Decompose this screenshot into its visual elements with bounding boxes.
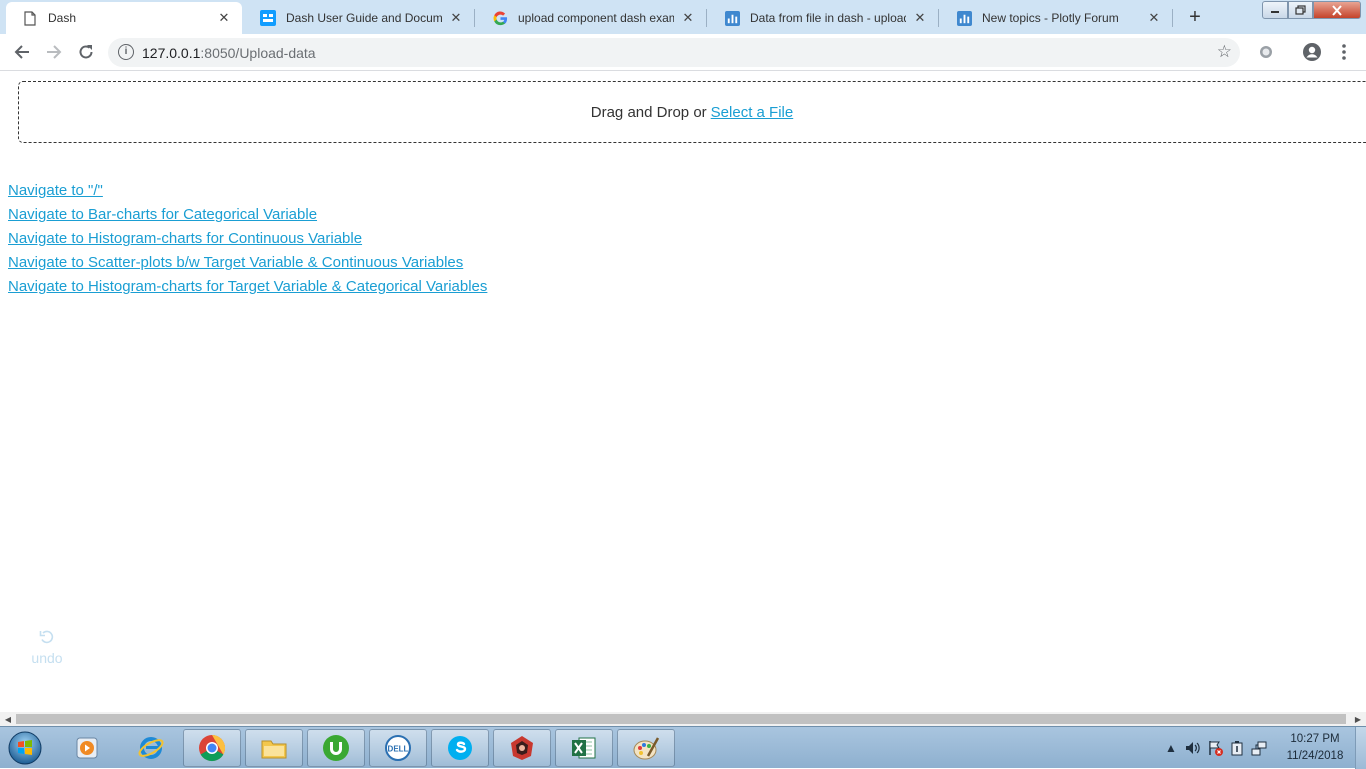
taskbar-app[interactable] xyxy=(493,729,551,767)
tab-title: New topics - Plotly Forum xyxy=(982,11,1119,25)
taskbar-utorrent[interactable] xyxy=(307,729,365,767)
page-content: Drag and Drop or Select a File Navigate … xyxy=(0,72,1366,712)
minimize-icon xyxy=(1271,11,1279,13)
info-icon[interactable]: i xyxy=(118,44,134,60)
taskbar-file-explorer[interactable] xyxy=(245,729,303,767)
address-bar[interactable]: i 127.0.0.1:8050/Upload-data ☆ xyxy=(108,38,1240,67)
nav-link-scatter-plots[interactable]: Navigate to Scatter-plots b/w Target Var… xyxy=(8,251,487,275)
nav-link-histogram-continuous[interactable]: Navigate to Histogram-charts for Continu… xyxy=(8,227,487,251)
forward-button[interactable] xyxy=(41,39,67,65)
google-icon xyxy=(492,10,508,26)
taskbar-skype[interactable] xyxy=(431,729,489,767)
dell-icon: DELL xyxy=(385,735,411,761)
excel-icon xyxy=(572,737,596,759)
media-player-icon xyxy=(76,737,98,759)
show-desktop-button[interactable] xyxy=(1355,727,1366,769)
close-icon[interactable]: ✕ xyxy=(680,10,696,26)
system-tray: ▲ xyxy=(1160,727,1270,769)
scroll-right-icon[interactable]: ▶ xyxy=(1351,712,1365,726)
clock-date: 11/24/2018 xyxy=(1286,750,1344,762)
taskbar-paint[interactable] xyxy=(617,729,675,767)
close-icon xyxy=(1332,4,1342,16)
arrow-left-icon xyxy=(14,45,29,59)
page-icon xyxy=(22,10,38,26)
arrow-right-icon xyxy=(47,45,62,59)
restore-icon xyxy=(1295,5,1306,15)
maximize-button[interactable] xyxy=(1288,1,1313,19)
windows-taskbar: DELL ▲ 10:27 PM 11/24/2018 xyxy=(0,726,1366,769)
scrollbar-thumb[interactable] xyxy=(16,714,1346,724)
internet-explorer-icon xyxy=(138,737,164,759)
tab-plotly-forum-new-topics[interactable]: New topics - Plotly Forum ✕ xyxy=(940,2,1172,34)
taskbar-media-player[interactable] xyxy=(58,729,116,767)
url-host: 127.0.0.1 xyxy=(142,45,201,61)
extension-icon[interactable] xyxy=(1256,42,1276,62)
close-icon[interactable]: ✕ xyxy=(448,10,464,26)
back-button[interactable] xyxy=(9,39,35,65)
clock[interactable]: 10:27 PM 11/24/2018 xyxy=(1280,731,1350,765)
browser-toolbar: i 127.0.0.1:8050/Upload-data ☆ xyxy=(0,34,1366,71)
nav-link-histogram-categorical[interactable]: Navigate to Histogram-charts for Target … xyxy=(8,275,487,299)
tab-separator xyxy=(938,9,939,27)
reload-icon xyxy=(79,45,93,59)
close-icon[interactable]: ✕ xyxy=(1146,10,1162,26)
tab-separator xyxy=(706,9,707,27)
start-orb-icon xyxy=(8,731,42,765)
horizontal-scrollbar[interactable]: ◀ ▶ xyxy=(0,712,1366,726)
tab-dash-user-guide[interactable]: Dash User Guide and Document ✕ xyxy=(244,2,474,34)
show-hidden-icons-icon[interactable]: ▲ xyxy=(1160,737,1182,759)
star-icon[interactable]: ☆ xyxy=(1217,42,1232,62)
skype-icon xyxy=(448,736,472,760)
url-path: :8050/Upload-data xyxy=(200,45,316,61)
svg-text:DELL: DELL xyxy=(388,745,409,754)
tab-google-search[interactable]: upload component dash examp ✕ xyxy=(476,2,706,34)
app-icon xyxy=(511,736,533,760)
nav-link-home[interactable]: Navigate to "/" xyxy=(8,179,487,203)
select-file-link[interactable]: Select a File xyxy=(711,104,794,121)
clock-time: 10:27 PM xyxy=(1290,733,1340,745)
taskbar-excel[interactable] xyxy=(555,729,613,767)
network-icon[interactable] xyxy=(1248,737,1270,759)
volume-icon[interactable] xyxy=(1182,737,1204,759)
tab-title: Dash User Guide and Document xyxy=(286,11,442,25)
tab-plotly-forum-upload[interactable]: Data from file in dash - upload ✕ xyxy=(708,2,938,34)
nav-link-bar-charts[interactable]: Navigate to Bar-charts for Categorical V… xyxy=(8,203,487,227)
url-text[interactable]: 127.0.0.1:8050/Upload-data xyxy=(142,45,316,61)
minimize-button[interactable] xyxy=(1262,1,1288,19)
start-button[interactable] xyxy=(4,729,46,767)
tab-separator xyxy=(1172,9,1173,27)
reload-button[interactable] xyxy=(73,39,99,65)
power-icon[interactable] xyxy=(1226,737,1248,759)
close-icon[interactable]: ✕ xyxy=(912,10,928,26)
file-explorer-icon xyxy=(261,740,287,759)
paint-icon xyxy=(633,737,660,760)
undo-button[interactable]: undo xyxy=(27,628,67,666)
menu-kebab-icon[interactable] xyxy=(1334,42,1354,62)
browser-titlebar: Dash ✕ Dash User Guide and Document ✕ up… xyxy=(0,0,1366,34)
undo-icon xyxy=(27,628,67,650)
upload-prompt: Drag and Drop or xyxy=(590,103,707,121)
close-icon[interactable]: ✕ xyxy=(216,10,232,26)
navigation-links: Navigate to "/" Navigate to Bar-charts f… xyxy=(8,179,487,299)
taskbar-chrome[interactable] xyxy=(183,729,241,767)
action-center-icon[interactable] xyxy=(1204,737,1226,759)
new-tab-button[interactable]: + xyxy=(1181,4,1209,30)
taskbar-internet-explorer[interactable] xyxy=(122,729,180,767)
tab-separator xyxy=(474,9,475,27)
scroll-left-icon[interactable]: ◀ xyxy=(1,712,15,726)
profile-icon[interactable] xyxy=(1302,42,1322,62)
tab-title: Data from file in dash - upload xyxy=(750,11,906,25)
utorrent-icon xyxy=(323,735,349,761)
plotly-forum-icon xyxy=(724,10,740,26)
window-close-button[interactable] xyxy=(1313,1,1361,19)
tab-title: Dash xyxy=(48,11,77,25)
dash-icon xyxy=(260,10,276,26)
undo-label: undo xyxy=(31,650,63,666)
tab-title: upload component dash examp xyxy=(518,11,674,25)
tab-dash[interactable]: Dash ✕ xyxy=(6,2,242,34)
upload-dropzone[interactable]: Drag and Drop or Select a File xyxy=(18,81,1366,143)
taskbar-dell[interactable]: DELL xyxy=(369,729,427,767)
chrome-icon xyxy=(199,734,226,762)
plotly-forum-icon xyxy=(956,10,972,26)
